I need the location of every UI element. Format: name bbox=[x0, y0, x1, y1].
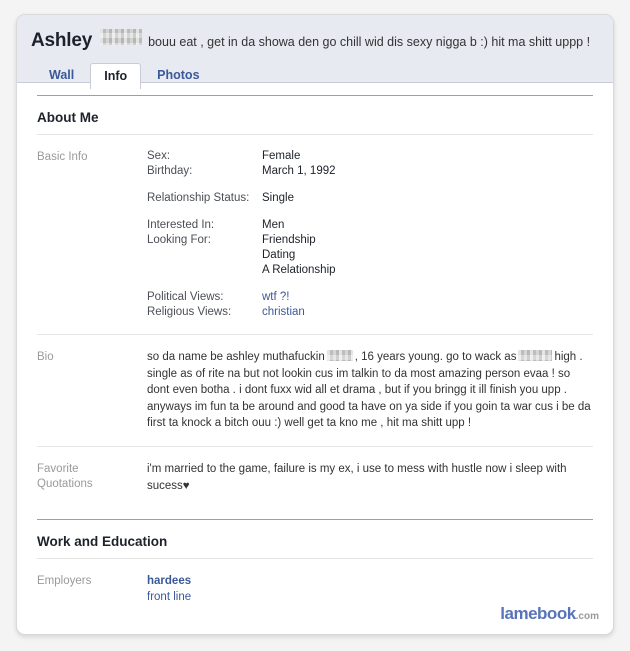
section-header-about-me: About Me bbox=[37, 95, 593, 135]
bio-text: so da name be ashley muthafuckin , 16 yea… bbox=[147, 349, 593, 432]
field-label-bio: Bio bbox=[37, 351, 54, 363]
bio-text-part-1: so da name be ashley muthafuckin bbox=[147, 351, 325, 363]
tab-wall[interactable]: Wall bbox=[35, 62, 88, 88]
basic-info-value-relationship-status: Single bbox=[262, 192, 294, 204]
basic-info-value-birthday: March 1, 1992 bbox=[262, 165, 336, 177]
profile-header-line: Ashley bouu eat , get in da showa den go… bbox=[31, 29, 599, 53]
field-value-employers: hardees front line bbox=[147, 573, 593, 605]
basic-info-key-blank-1 bbox=[147, 248, 262, 263]
basic-info-value-looking-for-3: A Relationship bbox=[262, 264, 336, 276]
field-label-employers: Employers bbox=[37, 574, 92, 587]
bio-text-part-2: , 16 years young. go to wack as bbox=[354, 351, 517, 363]
tab-info[interactable]: Info bbox=[90, 63, 142, 89]
basic-info-row-looking-for-dating: Dating bbox=[147, 248, 593, 263]
lamebook-watermark: lamebook.com bbox=[500, 604, 599, 624]
basic-info-value-looking-for-1: Friendship bbox=[262, 234, 316, 246]
favorite-quotations-text: i'm married to the game, failure is my e… bbox=[147, 461, 593, 495]
page-background: Ashley bouu eat , get in da showa den go… bbox=[0, 0, 630, 651]
profile-status-text: bouu eat , get in da showa den go chill … bbox=[148, 35, 591, 49]
redaction-block-bio-1 bbox=[326, 350, 353, 361]
basic-info-value-interested-in: Men bbox=[262, 219, 285, 231]
field-label-favorite-quotations-line-1: Favorite bbox=[37, 462, 79, 475]
basic-info-key-political-views: Political Views: bbox=[147, 291, 224, 303]
basic-info-value-sex: Female bbox=[262, 150, 301, 162]
basic-info-key-interested-in: Interested In: bbox=[147, 219, 215, 231]
basic-info-row-political-views: Political Views: wtf ?! bbox=[147, 290, 593, 305]
heart-icon: ♥ bbox=[182, 479, 190, 492]
basic-info-table: Sex: Female Birthday: March 1, 1992 Rela… bbox=[147, 149, 593, 320]
basic-info-key-birthday: Birthday: bbox=[147, 165, 193, 177]
field-value-basic-info: Sex: Female Birthday: March 1, 1992 Rela… bbox=[147, 149, 593, 320]
basic-info-key-religious-views: Religious Views: bbox=[147, 306, 232, 318]
basic-info-row-looking-for: Looking For: Friendship bbox=[147, 233, 593, 248]
basic-info-key-sex: Sex: bbox=[147, 150, 171, 162]
basic-info-value-religious-views[interactable]: christian bbox=[262, 305, 305, 320]
redaction-block-name bbox=[100, 29, 143, 45]
field-row-favorite-quotations: Favorite Quotations i'm married to the g… bbox=[37, 447, 593, 509]
basic-info-key-relationship-status: Relationship Status: bbox=[147, 192, 250, 204]
basic-info-row-birthday: Birthday: March 1, 1992 bbox=[147, 164, 593, 179]
employer-position: front line bbox=[147, 590, 192, 603]
profile-card: Ashley bouu eat , get in da showa den go… bbox=[16, 14, 614, 635]
profile-header: Ashley bouu eat , get in da showa den go… bbox=[17, 15, 613, 89]
basic-info-value-looking-for-2: Dating bbox=[262, 249, 296, 261]
basic-info-key-blank-2 bbox=[147, 263, 262, 278]
field-row-bio: Bio so da name be ashley muthafuckin , 16… bbox=[37, 335, 593, 447]
watermark-brand: lamebook bbox=[500, 604, 576, 623]
basic-info-row-sex: Sex: Female bbox=[147, 149, 593, 164]
watermark-tld: .com bbox=[575, 611, 599, 622]
field-value-bio: so da name be ashley muthafuckin , 16 yea… bbox=[147, 349, 593, 432]
section-header-work-and-education: Work and Education bbox=[37, 518, 593, 559]
tab-photos[interactable]: Photos bbox=[143, 62, 213, 88]
basic-info-row-religious-views: Religious Views: christian bbox=[147, 305, 593, 320]
field-row-basic-info: Basic Info Sex: Female Birthday: March 1… bbox=[37, 135, 593, 335]
basic-info-key-looking-for: Looking For: bbox=[147, 234, 211, 246]
profile-tabs: Wall Info Photos bbox=[31, 62, 599, 89]
basic-info-row-interested-in: Interested In: Men bbox=[147, 218, 593, 233]
redaction-block-bio-2 bbox=[518, 350, 553, 361]
basic-info-row-looking-for-relationship: A Relationship bbox=[147, 263, 593, 278]
basic-info-row-relationship-status: Relationship Status: Single bbox=[147, 191, 593, 206]
employer-name-link[interactable]: hardees bbox=[147, 573, 593, 589]
field-value-favorite-quotations: i'm married to the game, failure is my e… bbox=[147, 461, 593, 495]
basic-info-value-political-views[interactable]: wtf ?! bbox=[262, 290, 289, 305]
favorite-quotations-body: i'm married to the game, failure is my e… bbox=[147, 462, 567, 492]
field-label-favorite-quotations-line-2: Quotations bbox=[37, 477, 93, 490]
field-label-basic-info: Basic Info bbox=[37, 151, 88, 163]
page-title: Ashley bbox=[31, 30, 93, 51]
field-label-favorite-quotations: Favorite Quotations bbox=[37, 461, 147, 492]
profile-body: About Me Basic Info Sex: Female Birthday… bbox=[17, 95, 613, 629]
